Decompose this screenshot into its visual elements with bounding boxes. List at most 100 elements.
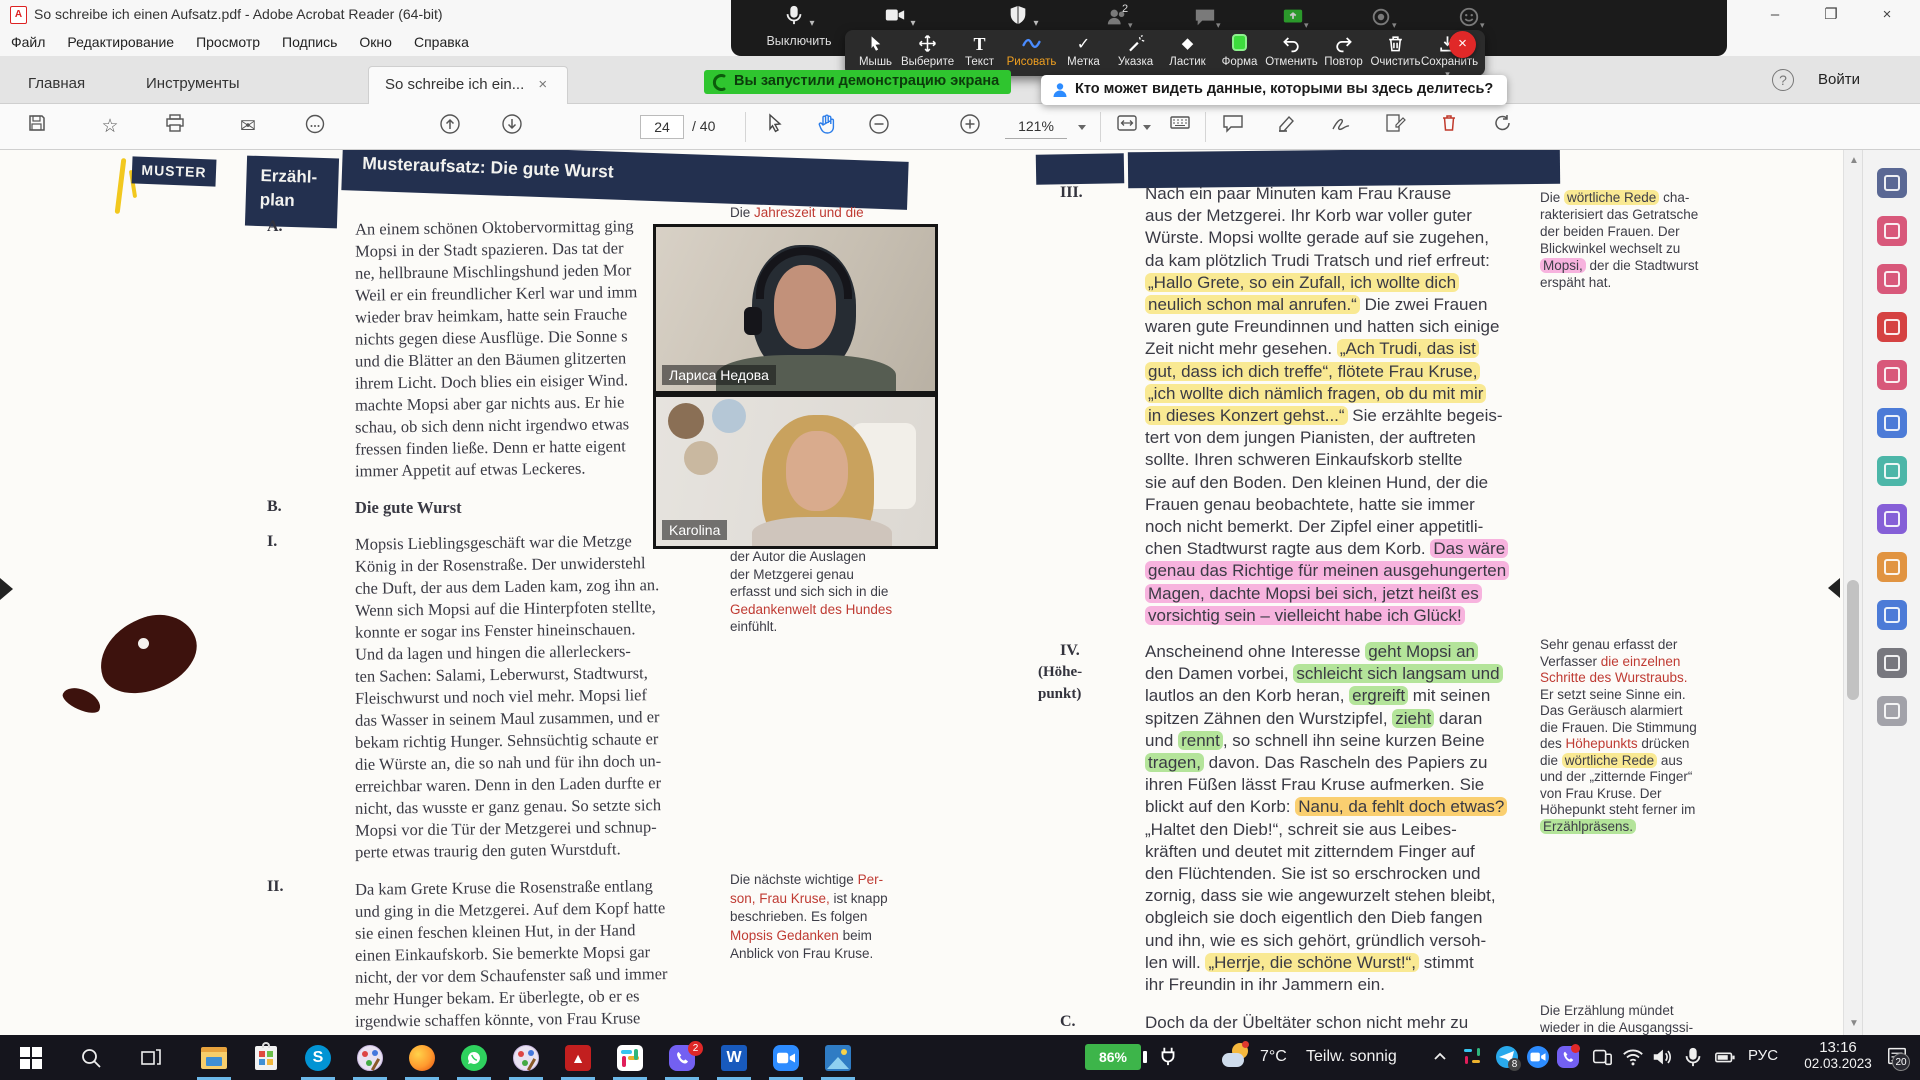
save-icon[interactable] [22, 113, 52, 141]
menu-Просмотр[interactable]: Просмотр [185, 30, 271, 54]
tab-close-icon[interactable]: × [538, 76, 547, 93]
hand-tool-icon[interactable] [812, 113, 842, 141]
nav-panel-toggle-icon[interactable] [0, 578, 13, 600]
tool-Рисовать[interactable]: Рисовать [1005, 34, 1058, 68]
tray-zoom-icon[interactable] [1527, 1046, 1551, 1070]
zoom-in-icon[interactable] [955, 113, 985, 141]
menu-Редактирование[interactable]: Редактирование [56, 30, 185, 54]
tool-Указка[interactable]: Указка [1109, 34, 1162, 68]
notification-center-icon[interactable]: 20 [1886, 1045, 1912, 1071]
fill-sign-icon[interactable] [1877, 552, 1907, 582]
comment-dots-icon[interactable] [300, 113, 330, 141]
ghost-reactions-icon[interactable]: ▾ [1458, 6, 1485, 31]
close-button[interactable]: × [1864, 0, 1910, 30]
request-signature-icon[interactable] [1877, 600, 1907, 630]
tab-home[interactable]: Главная [12, 66, 101, 104]
tools-panel-toggle-icon[interactable] [1828, 578, 1840, 598]
scroll-up-icon[interactable]: ▲ [1849, 155, 1859, 166]
ghost-record-icon[interactable]: ▾ [1370, 6, 1397, 31]
more-tools-icon[interactable] [1877, 696, 1907, 726]
taskbar-app-slack[interactable] [604, 1035, 656, 1080]
tray-slack-icon[interactable] [1462, 1046, 1486, 1070]
tray-mic-icon[interactable] [1682, 1046, 1706, 1070]
taskbar-app-word[interactable]: W [708, 1035, 760, 1080]
edit-pdf-icon[interactable] [1877, 504, 1907, 534]
help-icon[interactable]: ? [1772, 69, 1794, 91]
taskbar-app-paint[interactable] [500, 1035, 552, 1080]
organize-pages-icon[interactable] [1877, 264, 1907, 294]
tool-Повтор[interactable]: Повтор [1317, 34, 1370, 68]
scrollbar-thumb[interactable] [1847, 580, 1859, 700]
tool-Текст[interactable]: TТекст [953, 34, 1006, 68]
star-icon[interactable]: ☆ [95, 113, 125, 141]
tray-battery-icon[interactable] [1714, 1046, 1738, 1070]
plug-icon[interactable] [1157, 1045, 1179, 1072]
ghost-participants-icon[interactable]: 2▾ [1106, 6, 1133, 31]
previous-page-icon[interactable] [435, 113, 465, 141]
select-tool-icon[interactable] [760, 113, 790, 141]
menu-Справка[interactable]: Справка [403, 30, 480, 54]
annotation-close-icon[interactable]: × [1449, 31, 1476, 58]
highlighter-icon[interactable] [1272, 113, 1302, 141]
tool-Ластик[interactable]: ◆Ластик [1161, 34, 1214, 68]
taskbar-app-photos[interactable] [812, 1035, 864, 1080]
taskbar-app-store[interactable] [240, 1035, 292, 1080]
clock[interactable]: 13:1602.03.2023 [1796, 1039, 1880, 1071]
fit-width-icon[interactable] [1112, 113, 1142, 141]
fit-caret-icon[interactable] [1143, 125, 1151, 130]
page-number-input[interactable]: 24 [640, 115, 684, 139]
scroll-down-icon[interactable]: ▼ [1849, 1018, 1859, 1029]
comment-icon[interactable] [1877, 360, 1907, 390]
tray-expand-icon[interactable] [1432, 1049, 1448, 1070]
taskbar-app-paint[interactable] [344, 1035, 396, 1080]
vertical-scrollbar[interactable]: ▲ ▼ [1843, 150, 1862, 1035]
start-button[interactable] [8, 1035, 54, 1080]
taskbar-app-acrobat[interactable]: ▲ [552, 1035, 604, 1080]
print-icon[interactable] [160, 113, 190, 141]
video-tile-participant-1[interactable]: Лариса Недова [653, 224, 938, 394]
taskbar-app-zoom[interactable] [760, 1035, 812, 1080]
tool-Мышь[interactable]: Мышь [849, 34, 902, 68]
rotate-icon[interactable] [1488, 113, 1518, 141]
export-pdf-icon[interactable] [1877, 216, 1907, 246]
next-page-icon[interactable] [497, 113, 527, 141]
email-icon[interactable]: ✉ [233, 113, 263, 141]
sign-pen-icon[interactable] [1326, 113, 1356, 141]
search-button[interactable] [68, 1035, 114, 1080]
tool-Выберите[interactable]: Выберите [901, 34, 954, 68]
sign-in-button[interactable]: Войти [1818, 71, 1860, 88]
tab-document[interactable]: So schreibe ich ein... × [368, 66, 568, 104]
compress-pdf-icon[interactable] [1877, 456, 1907, 486]
measure-icon[interactable] [1877, 648, 1907, 678]
tool-Форма[interactable]: Форма [1213, 34, 1266, 68]
ghost-chat-icon[interactable]: ▾ [1194, 6, 1221, 31]
read-mode-icon[interactable] [1165, 113, 1195, 141]
taskbar-app-whatsapp[interactable] [448, 1035, 500, 1080]
taskbar-app-explorer[interactable] [188, 1035, 240, 1080]
task-view-button[interactable] [128, 1035, 174, 1080]
restore-button[interactable]: ❐ [1808, 0, 1854, 30]
create-pdf-icon[interactable] [1877, 312, 1907, 342]
menu-Окно[interactable]: Окно [348, 30, 403, 54]
tab-tools[interactable]: Инструменты [130, 66, 256, 104]
zoom-out-icon[interactable] [864, 113, 894, 141]
tray-phonelink-icon[interactable] [1591, 1046, 1615, 1070]
tool-Очистить[interactable]: Очистить [1369, 34, 1422, 68]
edit-page-icon[interactable] [1380, 113, 1410, 141]
zoom-level-input[interactable]: 121% [1005, 115, 1067, 139]
combine-files-icon[interactable] [1877, 408, 1907, 438]
battery-percent-widget[interactable]: 86% [1085, 1044, 1141, 1070]
comment-bubble-icon[interactable] [1218, 113, 1248, 141]
delete-pages-icon[interactable] [1434, 113, 1464, 141]
taskbar-app-viber[interactable]: 2 [656, 1035, 708, 1080]
search-tools-icon[interactable] [1877, 168, 1907, 198]
tray-viber-icon[interactable] [1557, 1046, 1581, 1070]
tray-telegram-icon[interactable]: 8 [1496, 1046, 1520, 1070]
ghost-share-screen-icon[interactable]: ▾ [1282, 6, 1309, 31]
video-tile-participant-2[interactable]: Karolina [653, 394, 938, 549]
control-mic-icon[interactable]: ▾Выключить [745, 4, 853, 48]
menu-Файл[interactable]: Файл [0, 30, 56, 54]
taskbar-app-firefox[interactable] [396, 1035, 448, 1080]
tool-Отменить[interactable]: Отменить [1265, 34, 1318, 68]
tray-wifi-icon[interactable] [1622, 1046, 1646, 1070]
